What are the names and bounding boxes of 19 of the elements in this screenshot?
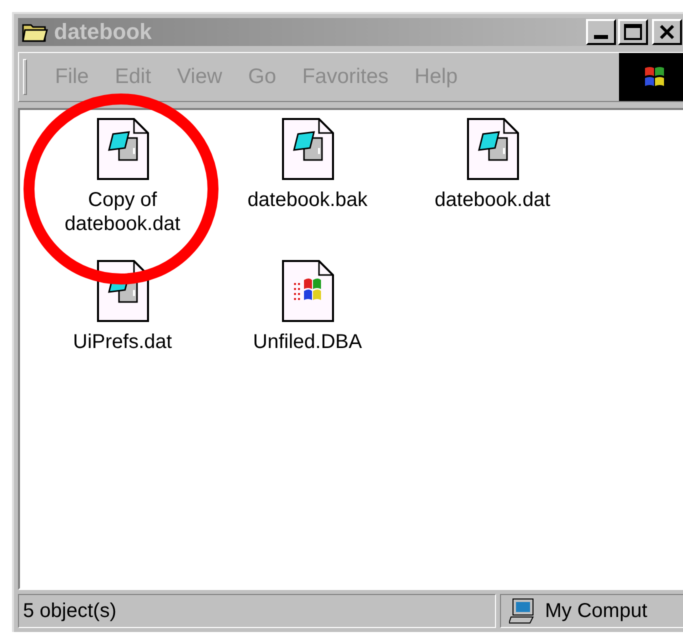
window-title: datebook bbox=[54, 20, 152, 43]
file-name[interactable]: datebook.bak bbox=[232, 188, 382, 212]
close-button[interactable] bbox=[652, 18, 682, 45]
file-name[interactable]: datebook.dat bbox=[418, 188, 568, 212]
windows-file-icon bbox=[282, 260, 334, 322]
minimize-button[interactable] bbox=[586, 18, 616, 45]
file-name[interactable]: UiPrefs.dat bbox=[48, 330, 198, 354]
object-count: 5 object(s) bbox=[23, 601, 116, 622]
file-name[interactable]: Copy of datebook.dat bbox=[48, 188, 198, 236]
zone-label: My Comput bbox=[545, 601, 648, 622]
file-name[interactable]: Unfiled.DBA bbox=[232, 330, 382, 354]
folder-icon bbox=[22, 22, 48, 42]
datebook-file-icon bbox=[466, 118, 518, 180]
datebook-file-icon bbox=[96, 118, 148, 180]
close-icon bbox=[659, 24, 675, 39]
maximize-button[interactable] bbox=[618, 18, 648, 45]
minimize-icon bbox=[594, 34, 608, 39]
maximize-icon bbox=[624, 24, 642, 40]
datebook-file-icon bbox=[282, 118, 334, 180]
